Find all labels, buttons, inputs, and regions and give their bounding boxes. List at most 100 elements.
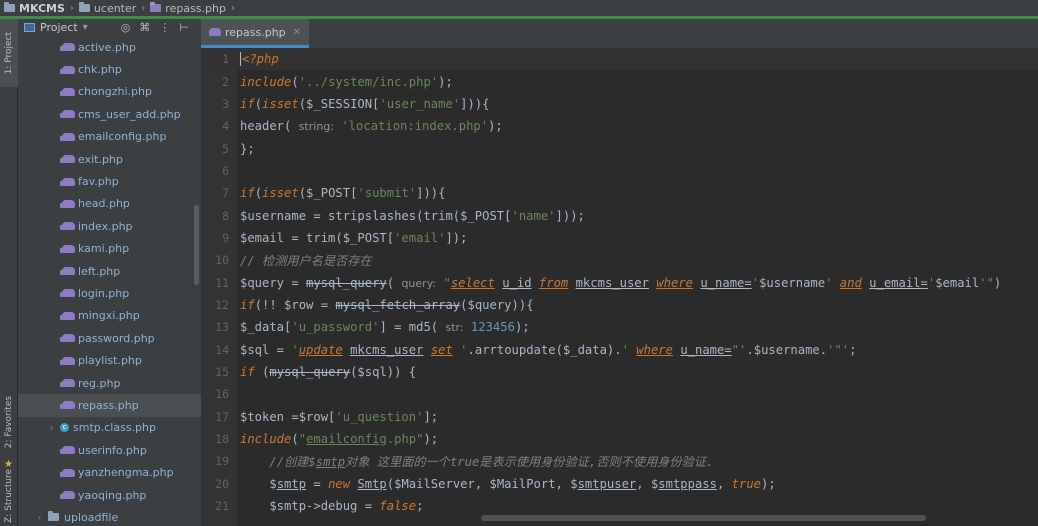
editor: repass.php ✕ 1 <?php 2 include('../syste… bbox=[201, 19, 1038, 526]
php-elephant-icon bbox=[60, 446, 75, 455]
file-tree-item[interactable]: userinfo.php bbox=[18, 439, 201, 461]
file-tree-label: repass.php bbox=[78, 398, 139, 412]
tree-scrollbar[interactable] bbox=[194, 205, 199, 285]
php-elephant-icon bbox=[60, 110, 75, 119]
code-line[interactable]: 2 include('../system/inc.php'); bbox=[201, 70, 1038, 92]
file-tree-item[interactable]: head.php bbox=[18, 193, 201, 215]
close-icon[interactable]: ✕ bbox=[293, 27, 301, 38]
breadcrumb-file[interactable]: repass.php bbox=[150, 2, 226, 15]
file-tree-label: password.php bbox=[78, 331, 155, 345]
project-view-dropdown[interactable]: Project bbox=[40, 21, 78, 34]
tab-structure[interactable]: Z: Structure bbox=[0, 467, 18, 525]
code-line[interactable]: 7 if(isset($_POST['submit'])){ bbox=[201, 182, 1038, 204]
php-elephant-icon bbox=[60, 87, 75, 96]
breadcrumb-root[interactable]: MKCMS bbox=[4, 2, 65, 15]
php-elephant-icon bbox=[60, 468, 75, 477]
file-tree-item[interactable]: chongzhi.php bbox=[18, 81, 201, 103]
file-tree-item[interactable]: password.php bbox=[18, 327, 201, 349]
hide-icon[interactable]: ⊢ bbox=[179, 21, 189, 34]
file-tree-item[interactable]: mingxi.php bbox=[18, 305, 201, 327]
file-tree-label: chk.php bbox=[78, 63, 122, 77]
php-elephant-icon bbox=[60, 244, 75, 253]
php-elephant-icon bbox=[60, 132, 75, 141]
chevron-right-icon[interactable]: › bbox=[38, 513, 48, 522]
file-tree-item[interactable]: exit.php bbox=[18, 148, 201, 170]
code-line[interactable]: 6 bbox=[201, 160, 1038, 182]
file-tree-label: smtp.class.php bbox=[73, 421, 156, 435]
breadcrumb: MKCMS › ucenter › repass.php › bbox=[0, 0, 1038, 16]
file-tree-item[interactable]: index.php bbox=[18, 215, 201, 237]
file-tree-item[interactable]: active.php bbox=[18, 36, 201, 58]
code-line[interactable]: 14 $sql = 'update mkcms_user set '.arrto… bbox=[201, 339, 1038, 361]
tool-window-strip: 1: Project 2: Favorites ★ Z: Structure bbox=[0, 19, 18, 526]
php-elephant-icon bbox=[60, 267, 75, 276]
code-line[interactable]: 9 $email = trim($_POST['email']); bbox=[201, 227, 1038, 249]
php-elephant-icon bbox=[60, 311, 75, 320]
file-tree-label: uploadfile bbox=[64, 510, 119, 524]
code-line[interactable]: 16 bbox=[201, 383, 1038, 405]
file-tree-item[interactable]: cms_user_add.php bbox=[18, 103, 201, 125]
chevron-right-icon[interactable]: › bbox=[50, 423, 60, 432]
file-tree-label: yanzhengma.php bbox=[78, 466, 174, 480]
folder-icon bbox=[78, 2, 90, 12]
code-line[interactable]: 1 <?php bbox=[201, 48, 1038, 71]
file-tree-label: fav.php bbox=[78, 175, 119, 189]
code-line[interactable]: 3 if(isset($_SESSION['user_name'])){ bbox=[201, 93, 1038, 115]
code-line[interactable]: 15 if (mysql_query($sql)) { bbox=[201, 361, 1038, 383]
php-elephant-icon bbox=[60, 177, 75, 186]
file-tree-item[interactable]: yaoqing.php bbox=[18, 484, 201, 506]
code-area[interactable]: 1 <?php 2 include('../system/inc.php'); … bbox=[201, 48, 1038, 526]
file-tree-label: playlist.php bbox=[78, 354, 142, 368]
code-line[interactable]: 11 $query = mysql_query( query: "select … bbox=[201, 272, 1038, 294]
file-tree-item[interactable]: playlist.php bbox=[18, 349, 201, 371]
tab-favorites[interactable]: 2: Favorites bbox=[0, 387, 18, 457]
file-tree-item[interactable]: kami.php bbox=[18, 238, 201, 260]
chevron-right-icon: › bbox=[141, 2, 146, 14]
file-tree-label: index.php bbox=[78, 219, 133, 233]
code-line[interactable]: 21 $smtp->debug = false; bbox=[201, 495, 1038, 517]
file-tree-item[interactable]: reg.php bbox=[18, 372, 201, 394]
code-line[interactable]: 10 // 检测用户名是否存在 bbox=[201, 249, 1038, 271]
file-tree-item[interactable]: yanzhengma.php bbox=[18, 461, 201, 483]
editor-tab-repass[interactable]: repass.php ✕ bbox=[201, 19, 310, 48]
file-tree-label: yaoqing.php bbox=[78, 488, 147, 502]
code-line[interactable]: 4 header( string: 'location:index.php'); bbox=[201, 115, 1038, 137]
code-line[interactable]: 20 $smtp = new Smtp($MailServer, $MailPo… bbox=[201, 473, 1038, 495]
php-elephant-icon bbox=[60, 43, 75, 52]
more-icon[interactable]: ⋮ bbox=[159, 21, 170, 34]
code-line[interactable]: 17 $token =$row['u_question']; bbox=[201, 406, 1038, 428]
code-line[interactable]: 18 include("emailconfig.php"); bbox=[201, 428, 1038, 450]
code-line[interactable]: 5 }; bbox=[201, 137, 1038, 159]
class-icon: c bbox=[60, 423, 69, 433]
file-tree-item[interactable]: chk.php bbox=[18, 58, 201, 80]
file-tree-item[interactable]: repass.php bbox=[18, 394, 201, 417]
target-icon[interactable]: ◎ bbox=[121, 21, 131, 34]
file-tree-label: emailconfig.php bbox=[78, 130, 167, 144]
file-tree-item[interactable]: left.php bbox=[18, 260, 201, 282]
file-tree-item[interactable]: fav.php bbox=[18, 170, 201, 192]
file-tree-label: mingxi.php bbox=[78, 309, 140, 323]
file-tree-label: reg.php bbox=[78, 376, 121, 390]
file-tree-label: exit.php bbox=[78, 152, 123, 166]
file-tree-item[interactable]: login.php bbox=[18, 282, 201, 304]
file-tree-item[interactable]: emailconfig.php bbox=[18, 126, 201, 148]
code-line[interactable]: 8 $username = stripslashes(trim($_POST['… bbox=[201, 204, 1038, 226]
code-line[interactable]: 12 if(!! $row = mysql_fetch_array($query… bbox=[201, 294, 1038, 316]
horizontal-scrollbar[interactable] bbox=[481, 515, 926, 521]
collapse-icon[interactable]: ⌘ bbox=[139, 21, 150, 34]
file-tree-label: kami.php bbox=[78, 242, 130, 256]
chevron-down-icon[interactable]: ▾ bbox=[83, 22, 88, 33]
code-line[interactable]: 13 $_data['u_password'] = md5( str: 1234… bbox=[201, 316, 1038, 338]
php-elephant-icon bbox=[60, 222, 75, 231]
file-tree-label: chongzhi.php bbox=[78, 85, 152, 99]
breadcrumb-folder[interactable]: ucenter bbox=[78, 2, 136, 15]
code-line[interactable]: 19 //创建$smtp对象 这里面的一个true是表示使用身份验证,否则不使用… bbox=[201, 450, 1038, 472]
file-tree-folder[interactable]: › uploadfile bbox=[18, 506, 201, 526]
editor-tab-bar: repass.php ✕ bbox=[201, 19, 1038, 48]
php-elephant-icon bbox=[60, 289, 75, 298]
php-elephant-icon bbox=[60, 155, 75, 164]
file-tree-item[interactable]: › c smtp.class.php bbox=[18, 417, 201, 439]
project-icon bbox=[24, 23, 35, 32]
tab-project[interactable]: 1: Project bbox=[0, 19, 18, 87]
file-tree-label: left.php bbox=[78, 264, 121, 278]
